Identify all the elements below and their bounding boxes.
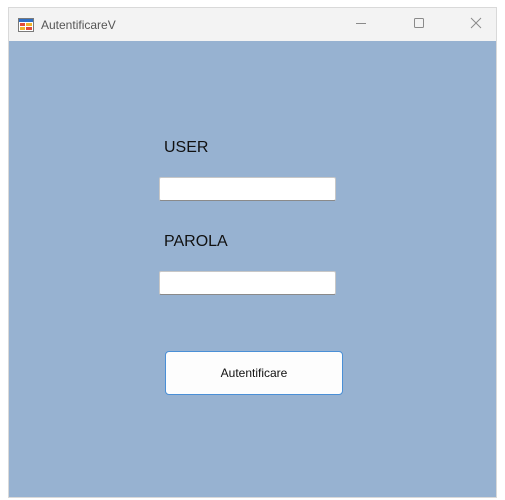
- winforms-app-icon: [18, 17, 34, 33]
- password-input[interactable]: [159, 271, 336, 295]
- close-button[interactable]: [453, 8, 496, 41]
- minimize-button[interactable]: [338, 8, 384, 41]
- app-window: AutentificareV USER PAROLA Autentificare: [8, 7, 497, 498]
- login-button[interactable]: Autentificare: [165, 351, 343, 395]
- title-bar[interactable]: AutentificareV: [9, 8, 496, 41]
- maximize-icon: [413, 16, 425, 34]
- user-input[interactable]: [159, 177, 336, 201]
- maximize-button[interactable]: [396, 8, 442, 41]
- user-label: USER: [164, 139, 209, 156]
- minimize-icon: [355, 16, 367, 34]
- close-icon: [470, 16, 482, 34]
- password-label: PAROLA: [164, 233, 228, 250]
- window-title: AutentificareV: [41, 18, 116, 32]
